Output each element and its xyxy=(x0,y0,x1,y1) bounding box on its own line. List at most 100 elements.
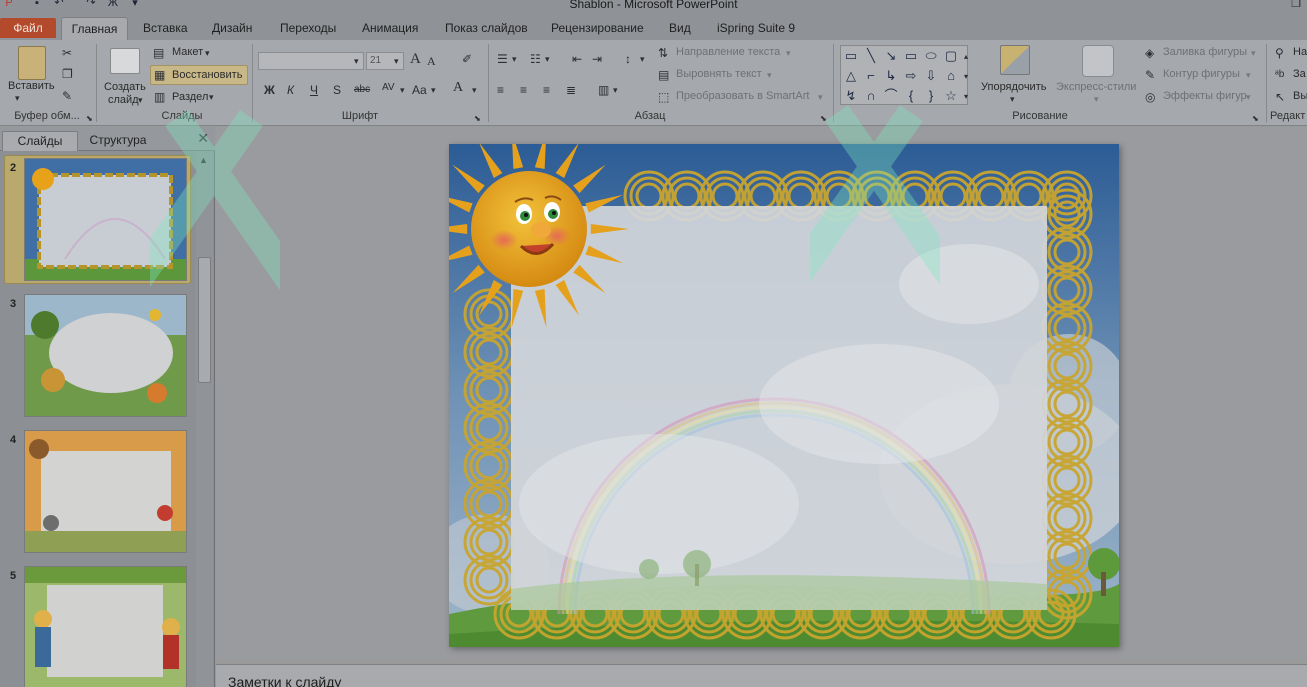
freeform-shape-icon[interactable]: ↯ xyxy=(843,88,859,104)
tab-ispring[interactable]: iSpring Suite 9 xyxy=(717,20,795,40)
line-shape-icon[interactable]: ╲ xyxy=(863,48,879,64)
notes-pane[interactable]: Заметки к слайду xyxy=(216,664,1307,687)
numbering-icon[interactable]: ☷ xyxy=(530,52,541,66)
smartart-dropdown-icon[interactable]: ▾ xyxy=(818,90,823,104)
left-brace-shape-icon[interactable]: { xyxy=(903,88,919,104)
scrollbar-thumb[interactable] xyxy=(198,257,211,383)
font-name-dropdown-icon[interactable]: ▾ xyxy=(354,54,359,68)
underline-button[interactable]: Ч xyxy=(310,83,318,97)
tab-animation[interactable]: Анимация xyxy=(362,20,418,40)
grow-font-button[interactable]: A xyxy=(410,52,421,67)
gallery-scroll-down-icon[interactable]: ▾ xyxy=(964,70,968,84)
select-button[interactable]: Вы xyxy=(1293,90,1307,102)
line-spacing-dropdown-icon[interactable]: ▾ xyxy=(640,52,645,66)
section-button[interactable]: Раздел xyxy=(172,91,208,103)
cut-icon[interactable]: ✂ xyxy=(62,46,72,60)
bullets-icon[interactable]: ☰ xyxy=(497,52,508,66)
numbering-dropdown-icon[interactable]: ▾ xyxy=(545,52,550,66)
section-dropdown-icon[interactable]: ▾ xyxy=(209,90,214,104)
find-button[interactable]: На xyxy=(1293,46,1307,58)
smartart-icon[interactable]: ⬚ xyxy=(658,90,669,104)
font-launcher-icon[interactable]: ⬊ xyxy=(474,112,481,126)
font-color-dropdown-icon[interactable]: ▾ xyxy=(472,83,477,97)
change-case-button[interactable]: Aa xyxy=(412,83,427,97)
right-arrow-shape-icon[interactable]: ⇨ xyxy=(903,68,919,84)
tab-insert[interactable]: Вставка xyxy=(143,20,188,40)
decrease-indent-icon[interactable]: ⇤ xyxy=(572,52,582,66)
arrange-icon[interactable] xyxy=(1000,45,1030,75)
shadow-button[interactable]: S xyxy=(333,83,341,97)
font-size-dropdown-icon[interactable]: ▾ xyxy=(394,54,399,68)
new-slide-button-line2[interactable]: слайд xyxy=(108,94,139,106)
shape-outline-button[interactable]: Контур фигуры xyxy=(1163,68,1240,80)
slide-thumbnail-2[interactable] xyxy=(24,158,187,281)
italic-button[interactable]: К xyxy=(287,83,294,97)
elbow-connector-shape-icon[interactable]: ⌐ xyxy=(863,68,879,84)
columns-icon[interactable]: ▥ xyxy=(598,83,609,97)
new-slide-dropdown-icon[interactable]: ▾ xyxy=(138,93,143,107)
right-brace-shape-icon[interactable]: } xyxy=(923,88,939,104)
tab-view[interactable]: Вид xyxy=(669,20,691,40)
line-spacing-icon[interactable]: ↕ xyxy=(625,52,631,66)
columns-dropdown-icon[interactable]: ▾ xyxy=(613,83,618,97)
layout-button[interactable]: Макет xyxy=(172,46,203,58)
align-left-icon[interactable]: ≡ xyxy=(497,83,504,97)
font-name-field[interactable] xyxy=(258,52,364,70)
arc-shape-icon[interactable]: ⌒ xyxy=(883,88,899,104)
tab-outline[interactable]: Структура xyxy=(80,131,156,151)
rectangle-shape-icon[interactable]: ▭ xyxy=(903,48,919,64)
shape-fill-dropdown-icon[interactable]: ▾ xyxy=(1251,46,1256,60)
text-direction-dropdown-icon[interactable]: ▾ xyxy=(786,46,791,60)
slide-thumbnail-4[interactable] xyxy=(24,430,187,553)
tab-design[interactable]: Дизайн xyxy=(212,20,252,40)
strikethrough-button[interactable]: abc xyxy=(354,83,370,97)
new-slide-button-line1[interactable]: Создать xyxy=(104,81,146,93)
paste-dropdown-icon[interactable]: ▾ xyxy=(15,91,20,105)
gallery-more-icon[interactable]: ▾ xyxy=(964,90,968,104)
tab-home[interactable]: Главная xyxy=(61,17,128,41)
paste-icon[interactable] xyxy=(18,46,46,80)
select-icon[interactable]: ↖ xyxy=(1275,90,1285,104)
slide-thumbnail-3[interactable] xyxy=(24,294,187,417)
new-slide-icon[interactable] xyxy=(110,48,140,74)
quick-styles-icon[interactable] xyxy=(1082,45,1114,77)
spacing-dropdown-icon[interactable]: ▾ xyxy=(400,83,405,97)
tab-file[interactable]: Файл xyxy=(0,18,56,38)
copy-icon[interactable]: ❐ xyxy=(62,67,73,81)
align-text-button[interactable]: Выровнять текст xyxy=(676,68,762,80)
arrow-line-shape-icon[interactable]: ↘ xyxy=(883,48,899,64)
justify-icon[interactable]: ≣ xyxy=(566,83,576,97)
quick-styles-dropdown-icon[interactable]: ▾ xyxy=(1094,92,1099,106)
down-arrow-shape-icon[interactable]: ⇩ xyxy=(923,68,939,84)
close-panel-icon[interactable]: ✕ xyxy=(197,130,209,147)
convert-smartart-button[interactable]: Преобразовать в SmartArt xyxy=(676,90,809,102)
replace-button[interactable]: За xyxy=(1293,68,1306,80)
paragraph-launcher-icon[interactable]: ⬊ xyxy=(820,112,827,126)
slide-thumbnail-5[interactable] xyxy=(24,566,187,687)
textbox-shape-icon[interactable]: ▭ xyxy=(843,48,859,64)
shape-effects-button[interactable]: Эффекты фигур xyxy=(1163,90,1247,102)
align-text-dropdown-icon[interactable]: ▾ xyxy=(767,68,772,82)
arrange-dropdown-icon[interactable]: ▾ xyxy=(1010,92,1015,106)
increase-indent-icon[interactable]: ⇥ xyxy=(592,52,602,66)
rounded-rectangle-shape-icon[interactable]: ▢ xyxy=(943,48,959,64)
slides-scrollbar[interactable]: ▲ xyxy=(196,151,213,687)
align-center-icon[interactable]: ≡ xyxy=(520,83,527,97)
tab-review[interactable]: Рецензирование xyxy=(551,20,644,40)
curve-shape-icon[interactable]: ∩ xyxy=(863,88,879,104)
shape-fill-button[interactable]: Заливка фигуры xyxy=(1163,46,1247,58)
section-icon[interactable]: ▥ xyxy=(154,90,165,104)
star-shape-icon[interactable]: ☆ xyxy=(943,88,959,104)
scroll-up-icon[interactable]: ▲ xyxy=(199,155,208,165)
curved-shape-icon[interactable]: ⌂ xyxy=(943,68,959,84)
align-right-icon[interactable]: ≡ xyxy=(543,83,550,97)
clipboard-launcher-icon[interactable]: ⬊ xyxy=(86,112,93,126)
text-direction-button[interactable]: Направление текста xyxy=(676,46,780,58)
shape-fill-icon[interactable]: ◈ xyxy=(1145,46,1154,60)
tab-slides[interactable]: Слайды xyxy=(2,131,78,151)
case-dropdown-icon[interactable]: ▾ xyxy=(431,83,436,97)
triangle-shape-icon[interactable]: △ xyxy=(843,68,859,84)
shape-effects-icon[interactable]: ◎ xyxy=(1145,90,1155,104)
align-text-icon[interactable]: ▤ xyxy=(658,68,669,82)
shapes-gallery[interactable]: ▭ ╲ ↘ ▭ ⬭ ▢ △ ⌐ ↳ ⇨ ⇩ ⌂ ↯ ∩ ⌒ { } ☆ xyxy=(840,45,968,105)
